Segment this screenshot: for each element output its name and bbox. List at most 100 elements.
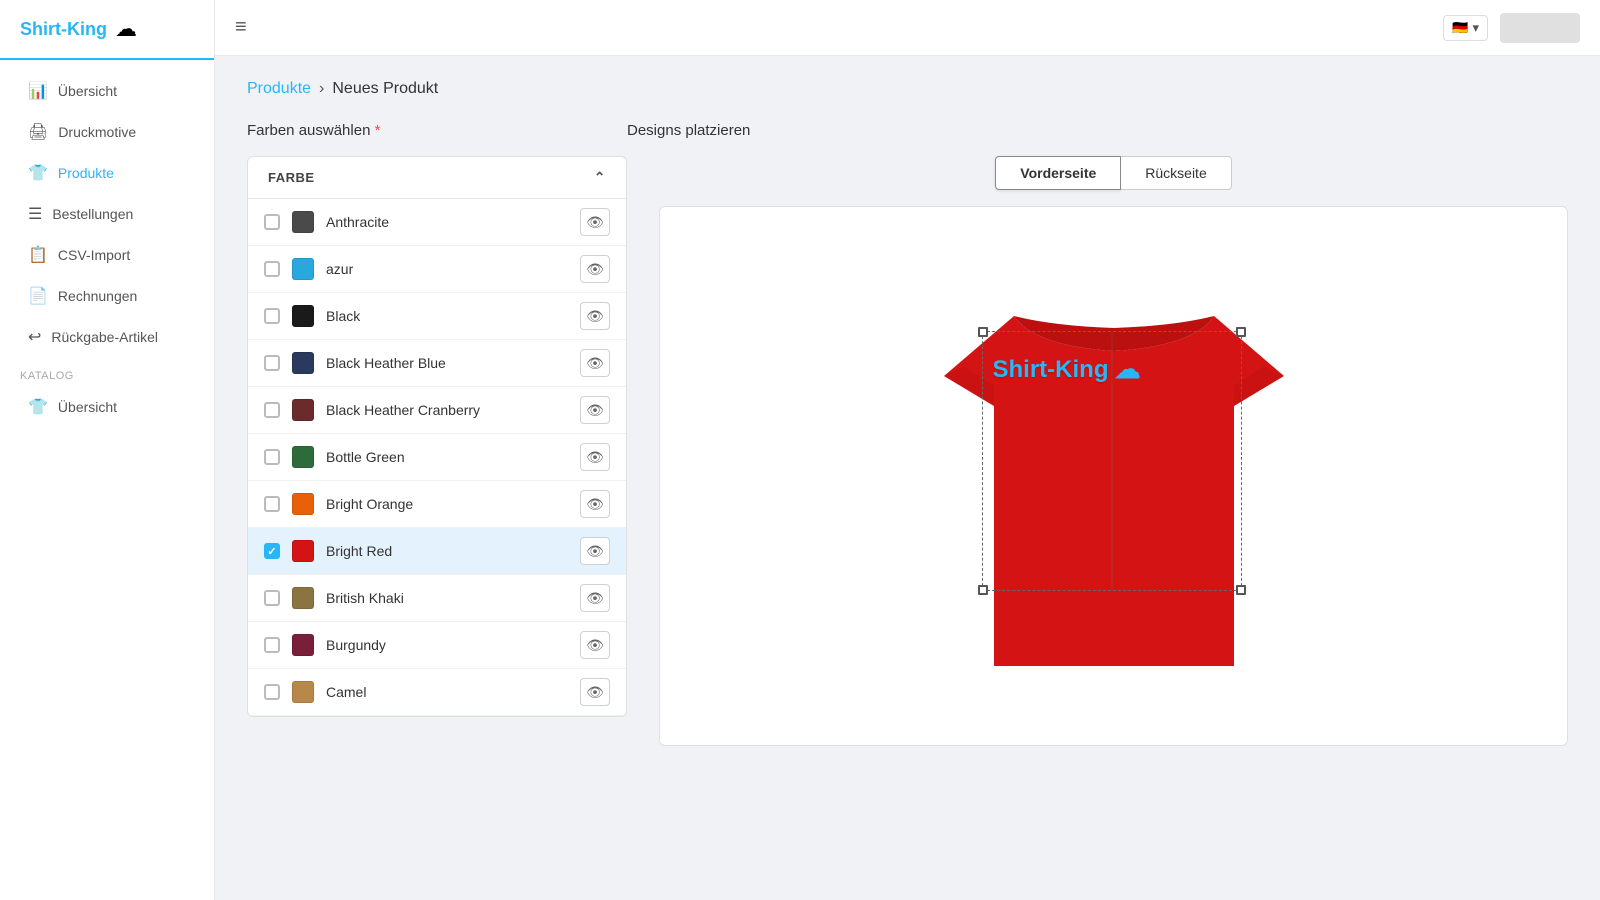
topbar-right: 🇩🇪 ▾: [1443, 13, 1580, 43]
color-column-label: FARBE: [268, 170, 315, 185]
design-overlay[interactable]: Shirt-King ☁: [982, 331, 1242, 591]
color-row-black-heather-cranberry[interactable]: Black Heather Cranberry 👁: [248, 387, 626, 434]
color-row-camel[interactable]: Camel 👁: [248, 669, 626, 716]
color-name-bright-orange: Bright Orange: [326, 496, 580, 512]
checkbox-black[interactable]: [264, 308, 280, 324]
shirt-wrapper: Shirt-King ☁: [914, 236, 1314, 716]
sidebar-item-produkte[interactable]: 👕 Produkte: [8, 153, 206, 193]
swatch-black-heather-cranberry: [292, 399, 314, 421]
nav-icon-csv-import: 📋: [28, 245, 48, 265]
nav-label-katalog-uebersicht: Übersicht: [58, 399, 117, 415]
breadcrumb-current: Neues Produkt: [332, 80, 438, 98]
color-name-camel: Camel: [326, 684, 580, 700]
color-row-bright-red[interactable]: Bright Red 👁: [248, 528, 626, 575]
eye-button-black[interactable]: 👁: [580, 302, 610, 330]
eye-button-bottle-green[interactable]: 👁: [580, 443, 610, 471]
sidebar-item-uebersicht[interactable]: 📊 Übersicht: [8, 71, 206, 111]
sidebar-item-bestellungen[interactable]: ☰Bestellungen: [8, 194, 206, 234]
checkbox-bright-red[interactable]: [264, 543, 280, 559]
color-row-anthracite[interactable]: Anthracite 👁: [248, 199, 626, 246]
nav-icon-rueckgabe: ↩: [28, 327, 41, 347]
breadcrumb-link[interactable]: Produkte: [247, 80, 311, 98]
swatch-anthracite: [292, 211, 314, 233]
eye-button-bright-orange[interactable]: 👁: [580, 490, 610, 518]
nav-label-bestellungen: Bestellungen: [52, 206, 133, 222]
nav-icon-katalog-uebersicht: 👕: [28, 397, 48, 417]
nav-label-uebersicht: Übersicht: [58, 83, 117, 99]
designs-title: Designs platzieren: [627, 122, 750, 139]
swatch-black-heather-blue: [292, 352, 314, 374]
logo-icon: ☁: [115, 16, 137, 42]
eye-button-black-heather-cranberry[interactable]: 👁: [580, 396, 610, 424]
color-panel-header: FARBE ⌃: [248, 157, 626, 199]
swatch-bright-red: [292, 540, 314, 562]
sidebar-item-csv-import[interactable]: 📋 CSV-Import: [8, 235, 206, 275]
checkbox-black-heather-blue[interactable]: [264, 355, 280, 371]
color-row-black-heather-blue[interactable]: Black Heather Blue 👁: [248, 340, 626, 387]
color-name-black: Black: [326, 308, 580, 324]
tab-vorderseite[interactable]: Vorderseite: [995, 156, 1121, 190]
shirt-canvas: Shirt-King ☁: [659, 206, 1568, 746]
nav-label-produkte: Produkte: [58, 165, 114, 181]
design-cloud-icon: ☁: [1114, 354, 1140, 385]
handle-top-left[interactable]: [978, 327, 988, 337]
color-row-bottle-green[interactable]: Bottle Green 👁: [248, 434, 626, 481]
color-name-burgundy: Burgundy: [326, 637, 580, 653]
color-row-bright-orange[interactable]: Bright Orange 👁: [248, 481, 626, 528]
main-content: ≡ 🇩🇪 ▾ Produkte › Neues Produkt Farben a…: [215, 0, 1600, 900]
handle-top-right[interactable]: [1236, 327, 1246, 337]
language-selector[interactable]: 🇩🇪 ▾: [1443, 15, 1488, 41]
color-panel: FARBE ⌃ Anthracite 👁 azur 👁 Black 👁 Blac…: [247, 156, 627, 717]
checkbox-british-khaki[interactable]: [264, 590, 280, 606]
color-row-black[interactable]: Black 👁: [248, 293, 626, 340]
sidebar: Shirt-King ☁ 📊 Übersicht 🖨Druckmotive 👕 Prod…: [0, 0, 215, 900]
checkbox-anthracite[interactable]: [264, 214, 280, 230]
sidebar-item-katalog-uebersicht[interactable]: 👕 Übersicht: [8, 387, 206, 427]
sidebar-item-druckmotive[interactable]: 🖨Druckmotive: [8, 112, 206, 152]
user-avatar[interactable]: [1500, 13, 1580, 43]
swatch-bottle-green: [292, 446, 314, 468]
color-row-azur[interactable]: azur 👁: [248, 246, 626, 293]
checkbox-camel[interactable]: [264, 684, 280, 700]
nav-icon-uebersicht: 📊: [28, 81, 48, 101]
tab-rueckseite[interactable]: Rückseite: [1121, 156, 1231, 190]
color-row-burgundy[interactable]: Burgundy 👁: [248, 622, 626, 669]
swatch-camel: [292, 681, 314, 703]
sidebar-item-rueckgabe[interactable]: ↩ Rückgabe-Artikel: [8, 317, 206, 357]
checkbox-bright-orange[interactable]: [264, 496, 280, 512]
farben-section-header: Farben auswählen *: [247, 122, 627, 140]
sidebar-logo: Shirt-King ☁: [0, 0, 214, 60]
color-name-black-heather-blue: Black Heather Blue: [326, 355, 580, 371]
eye-button-burgundy[interactable]: 👁: [580, 631, 610, 659]
color-row-british-khaki[interactable]: British Khaki 👁: [248, 575, 626, 622]
checkbox-black-heather-cranberry[interactable]: [264, 402, 280, 418]
design-label: Shirt-King ☁: [993, 354, 1141, 385]
eye-button-black-heather-blue[interactable]: 👁: [580, 349, 610, 377]
flag-icon: 🇩🇪: [1452, 20, 1468, 36]
color-list: Anthracite 👁 azur 👁 Black 👁 Black Heathe…: [248, 199, 626, 716]
eye-button-bright-red[interactable]: 👁: [580, 537, 610, 565]
collapse-icon[interactable]: ⌃: [594, 169, 606, 186]
swatch-black: [292, 305, 314, 327]
handle-bottom-right[interactable]: [1236, 585, 1246, 595]
sidebar-item-rechnungen[interactable]: 📄Rechnungen: [8, 276, 206, 316]
designs-section-header: Designs platzieren: [627, 122, 1568, 140]
nav-icon-druckmotive: 🖨: [28, 122, 48, 142]
eye-button-camel[interactable]: 👁: [580, 678, 610, 706]
nav-label-csv-import: CSV-Import: [58, 247, 130, 263]
checkbox-azur[interactable]: [264, 261, 280, 277]
nav-label-rueckgabe: Rückgabe-Artikel: [51, 329, 158, 345]
swatch-burgundy: [292, 634, 314, 656]
checkbox-burgundy[interactable]: [264, 637, 280, 653]
design-text: Shirt-King: [993, 356, 1109, 384]
handle-bottom-left[interactable]: [978, 585, 988, 595]
swatch-bright-orange: [292, 493, 314, 515]
eye-button-anthracite[interactable]: 👁: [580, 208, 610, 236]
sidebar-nav: 📊 Übersicht 🖨Druckmotive 👕 Produkte ☰Bestellu…: [0, 60, 214, 900]
design-panel: Vorderseite Rückseite: [659, 156, 1568, 746]
checkbox-bottle-green[interactable]: [264, 449, 280, 465]
eye-button-azur[interactable]: 👁: [580, 255, 610, 283]
hamburger-menu[interactable]: ≡: [235, 16, 247, 39]
eye-button-british-khaki[interactable]: 👁: [580, 584, 610, 612]
nav-icon-produkte: 👕: [28, 163, 48, 183]
